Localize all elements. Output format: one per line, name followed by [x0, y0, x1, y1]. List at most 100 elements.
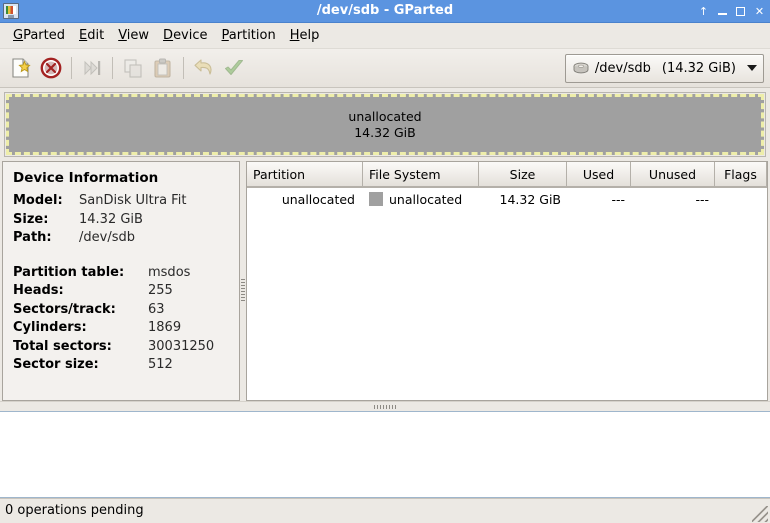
device-info-sector-size-key: Sector size:: [13, 357, 99, 372]
device-info-total-sectors: Total sectors: 30031250: [13, 338, 229, 357]
column-header-used[interactable]: Used: [567, 162, 631, 187]
table-row[interactable]: unallocated unallocated 14.32 GiB --- --…: [247, 188, 767, 210]
device-info-partition-table-value: msdos: [148, 264, 191, 280]
paste-clipboard-icon: [154, 58, 171, 78]
device-info-heads: Heads: 255: [13, 282, 229, 301]
delete-forbidden-icon: [40, 57, 62, 79]
window-title: /dev/sdb - GParted: [316, 3, 454, 18]
maximize-button[interactable]: [736, 6, 745, 16]
device-info-size: Size: 14.32 GiB: [13, 211, 229, 230]
cell-size: 14.32 GiB: [499, 191, 562, 207]
horizontal-splitter[interactable]: [0, 401, 770, 411]
device-info-total-sectors-value: 30031250: [148, 338, 215, 354]
column-header-size[interactable]: Size: [479, 162, 567, 187]
toolbar-separator-1: [71, 57, 72, 79]
device-info-model-key: Model:: [13, 193, 63, 208]
column-header-file-system[interactable]: File System: [363, 162, 479, 187]
toolbar-separator-2: [112, 57, 113, 79]
device-info-size-key: Size:: [13, 211, 49, 227]
column-header-partition[interactable]: Partition: [247, 162, 363, 187]
copy-icon: [124, 59, 142, 78]
device-info-cylinders-value: 1869: [148, 320, 182, 335]
cell-file-system: unallocated: [363, 188, 479, 210]
toolbar: /dev/sdb (14.32 GiB): [0, 49, 770, 88]
undo-arrow-icon: [194, 59, 212, 75]
undo-button[interactable]: [189, 53, 219, 83]
disk-graphic-area: unallocated 14.32 GiB: [0, 88, 770, 161]
menu-partition[interactable]: Partition: [215, 25, 283, 46]
column-header-flags[interactable]: Flags: [715, 162, 767, 187]
device-selector-path: /dev/sdb: [594, 60, 651, 76]
disk-partition-unallocated[interactable]: unallocated 14.32 GiB: [6, 94, 764, 155]
device-info-size-value: 14.32 GiB: [79, 211, 143, 227]
device-info-cylinders-key: Cylinders:: [13, 320, 87, 335]
menu-help[interactable]: Help: [283, 25, 327, 46]
chevron-down-icon[interactable]: [747, 65, 757, 71]
vertical-splitter[interactable]: [240, 161, 246, 401]
file-system-color-swatch: [369, 192, 383, 206]
menu-bar: GParted Edit View Device Partition Help: [0, 23, 770, 49]
horizontal-splitter-grip: [374, 405, 396, 409]
delete-partition-button[interactable]: [36, 53, 66, 83]
device-info-heads-key: Heads:: [13, 283, 64, 298]
device-info-model-value: SanDisk Ultra Fit: [79, 193, 187, 208]
device-info-sector-size: Sector size: 512: [13, 356, 229, 375]
pending-operations-pane: [0, 411, 770, 498]
apply-check-icon: [225, 60, 243, 75]
disk-partition-size: 14.32 GiB: [354, 124, 416, 140]
menu-gparted[interactable]: GParted: [6, 25, 72, 46]
title-bar[interactable]: /dev/sdb - GParted ↑ ✕: [0, 0, 770, 23]
menu-device-label: evice: [173, 28, 208, 43]
paste-button[interactable]: [148, 53, 178, 83]
window-buttons: ↑ ✕: [698, 6, 765, 17]
hard-disk-icon: [573, 62, 589, 74]
menu-view-mnemonic: V: [118, 28, 127, 43]
gparted-app-icon: [3, 3, 19, 19]
menu-view[interactable]: View: [111, 25, 156, 46]
device-selector[interactable]: /dev/sdb (14.32 GiB): [564, 53, 764, 83]
menu-help-label: elp: [299, 28, 320, 43]
menu-device[interactable]: Device: [156, 25, 214, 46]
device-selector-size: (14.32 GiB): [661, 60, 736, 76]
disk-partition-label: unallocated: [348, 108, 422, 124]
menu-edit[interactable]: Edit: [72, 25, 111, 46]
new-partition-button[interactable]: [6, 53, 36, 83]
column-header-unused[interactable]: Unused: [631, 162, 715, 187]
menu-partition-mnemonic: P: [221, 28, 229, 43]
close-button[interactable]: ✕: [754, 6, 765, 17]
new-document-icon: [12, 58, 31, 78]
toolbar-separator-3: [183, 57, 184, 79]
device-info-sectors-track: Sectors/track: 63: [13, 301, 229, 320]
window-resize-grip[interactable]: [752, 506, 768, 522]
copy-button[interactable]: [118, 53, 148, 83]
status-bar-text: 0 operations pending: [5, 503, 144, 518]
menu-device-mnemonic: D: [163, 28, 174, 43]
cell-partition: unallocated: [281, 191, 355, 207]
partition-list-body: unallocated unallocated 14.32 GiB --- --…: [247, 188, 767, 400]
menu-edit-mnemonic: E: [79, 28, 88, 43]
device-info-spacer: [13, 248, 229, 264]
main-panes: Device Information Model: SanDisk Ultra …: [0, 161, 770, 401]
cell-flags: [715, 188, 767, 210]
device-info-cylinders: Cylinders: 1869: [13, 319, 229, 338]
partition-list: Partition File System Size Used Unused F…: [246, 161, 768, 401]
disk-graphic-frame: unallocated 14.32 GiB: [4, 92, 766, 157]
partition-list-header: Partition File System Size Used Unused F…: [247, 162, 767, 188]
apply-button[interactable]: [219, 53, 249, 83]
resize-move-button[interactable]: [77, 53, 107, 83]
shade-button[interactable]: ↑: [698, 6, 709, 17]
device-info-sectors-track-key: Sectors/track:: [13, 301, 116, 317]
cell-used: ---: [611, 191, 625, 207]
cell-file-system-label: unallocated: [389, 191, 463, 207]
status-bar: 0 operations pending: [0, 498, 770, 523]
gparted-window: /dev/sdb - GParted ↑ ✕ GParted Edit View…: [0, 0, 770, 523]
device-info-path: Path: /dev/sdb: [13, 229, 229, 248]
device-info-sectors-track-value: 63: [148, 301, 165, 317]
device-info-path-key: Path:: [13, 230, 52, 245]
minimize-button[interactable]: [718, 12, 727, 15]
device-info-path-value: /dev/sdb: [79, 230, 135, 245]
device-info-heads-value: 255: [148, 283, 173, 298]
cell-unused: ---: [695, 191, 709, 207]
menu-view-label: iew: [126, 28, 150, 43]
device-info-model: Model: SanDisk Ultra Fit: [13, 192, 229, 211]
